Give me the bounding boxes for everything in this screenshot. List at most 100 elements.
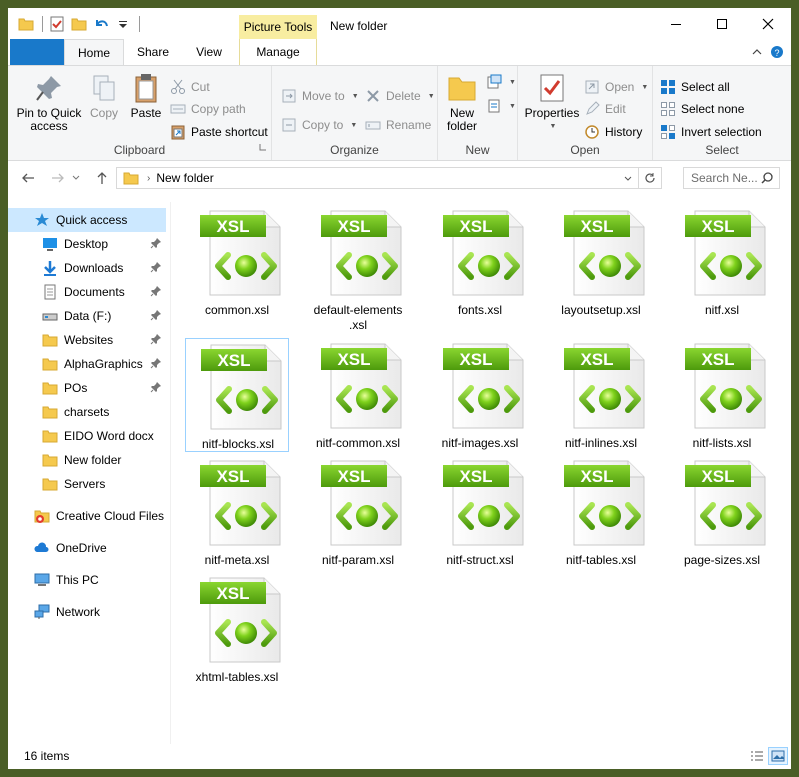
- properties-qat-icon[interactable]: [49, 16, 65, 32]
- tab-share[interactable]: Share: [128, 39, 178, 65]
- file-name: nitf-inlines.xsl: [564, 436, 638, 450]
- nav-creative-cloud-files[interactable]: Creative Cloud Files: [8, 504, 166, 528]
- file-item[interactable]: XSL nitf-meta.xsl: [185, 455, 289, 569]
- file-item[interactable]: XSL layoutsetup.xsl: [549, 205, 653, 319]
- select-none-button[interactable]: Select none: [660, 99, 744, 119]
- invert-selection-button[interactable]: Invert selection: [660, 122, 762, 142]
- nav-downloads[interactable]: Downloads: [8, 256, 166, 280]
- recent-locations-button[interactable]: [70, 169, 82, 187]
- close-button[interactable]: [745, 8, 791, 39]
- xsl-badge-text: XSL: [217, 351, 250, 370]
- history-button[interactable]: History: [584, 122, 642, 142]
- open-button[interactable]: Open ▼: [584, 77, 648, 97]
- file-item[interactable]: XSL nitf-lists.xsl: [670, 338, 774, 452]
- dialog-launcher-icon[interactable]: [259, 140, 267, 154]
- customize-qat-icon[interactable]: [115, 16, 131, 32]
- rename-button[interactable]: Rename: [365, 115, 431, 135]
- tab-home[interactable]: Home: [64, 39, 124, 65]
- maximize-button[interactable]: [699, 8, 745, 39]
- file-item[interactable]: XSL nitf-tables.xsl: [549, 455, 653, 569]
- move-to-button[interactable]: Move to ▼: [281, 86, 359, 106]
- collapse-ribbon-icon[interactable]: [751, 45, 763, 59]
- back-button[interactable]: [18, 169, 38, 187]
- copy-button[interactable]: Copy: [84, 72, 124, 120]
- nav-network[interactable]: Network: [8, 600, 166, 624]
- undo-icon[interactable]: [93, 16, 109, 32]
- xsl-badge-text: XSL: [216, 217, 249, 236]
- cloud-icon: [34, 540, 50, 556]
- file-item[interactable]: XSL nitf-images.xsl: [428, 338, 532, 452]
- paste-button[interactable]: Paste: [126, 72, 166, 120]
- nav-quick-access[interactable]: Quick access: [8, 208, 166, 232]
- nav-this-pc[interactable]: This PC: [8, 568, 166, 592]
- nav-alphagraphics[interactable]: AlphaGraphics: [8, 352, 166, 376]
- minimize-button[interactable]: [653, 8, 699, 39]
- new-folder-button[interactable]: New folder: [444, 72, 480, 133]
- nav-websites[interactable]: Websites: [8, 328, 166, 352]
- file-item[interactable]: XSL default-elements .xsl: [306, 205, 410, 332]
- file-item[interactable]: XSL page-sizes.xsl: [670, 455, 774, 569]
- nav-eido-word-docx[interactable]: EIDO Word docx: [8, 424, 166, 448]
- folder-icon: [42, 428, 58, 444]
- pin-to-quick-access-button[interactable]: Pin to Quick access: [14, 72, 84, 133]
- file-name: layoutsetup.xsl: [561, 303, 641, 317]
- paste-shortcut-button[interactable]: Paste shortcut: [170, 122, 268, 142]
- tab-manage[interactable]: Manage: [239, 39, 317, 65]
- nav-data-drive[interactable]: Data (F:): [8, 304, 166, 328]
- new-folder-qat-icon[interactable]: [71, 16, 87, 32]
- back-arrow-icon: [22, 173, 34, 183]
- xsl-file-icon: XSL: [321, 343, 402, 429]
- item-count: 16 items: [24, 749, 70, 763]
- large-icons-view-button[interactable]: [768, 747, 788, 765]
- file-item[interactable]: XSL nitf-param.xsl: [306, 455, 410, 569]
- file-name: page-sizes.xsl: [683, 553, 761, 567]
- address-dropdown-icon[interactable]: [623, 171, 633, 185]
- details-view-button[interactable]: [747, 747, 767, 765]
- file-item[interactable]: XSL common.xsl: [185, 205, 289, 319]
- copy-icon: [88, 72, 120, 104]
- breadcrumb-current[interactable]: New folder: [156, 171, 213, 185]
- file-item[interactable]: XSL nitf.xsl: [670, 205, 774, 319]
- nav-new-folder[interactable]: New folder: [8, 448, 166, 472]
- breadcrumb-chevron-icon[interactable]: ›: [147, 173, 150, 184]
- nav-pos[interactable]: POs: [8, 376, 166, 400]
- properties-button[interactable]: Properties ▼: [524, 72, 580, 133]
- address-bar[interactable]: › New folder: [116, 167, 662, 189]
- new-group: New folder ▼ ▼ New: [438, 66, 518, 160]
- edit-button[interactable]: Edit: [584, 99, 626, 119]
- picture-tools-context-label: Picture Tools: [239, 15, 317, 39]
- file-item[interactable]: XSL nitf-inlines.xsl: [549, 338, 653, 452]
- file-item[interactable]: XSL nitf-blocks.xsl: [185, 338, 289, 452]
- xsl-badge-text: XSL: [216, 584, 249, 603]
- help-icon[interactable]: ?: [770, 45, 784, 59]
- copy-path-button[interactable]: Copy path: [170, 99, 246, 119]
- cut-button[interactable]: Cut: [170, 77, 210, 97]
- easy-access-button[interactable]: ▼: [486, 96, 516, 116]
- nav-charsets[interactable]: charsets: [8, 400, 166, 424]
- file-item[interactable]: XSL fonts.xsl: [428, 205, 532, 319]
- xsl-file-icon: XSL: [685, 210, 766, 296]
- qat-separator: [139, 16, 140, 32]
- file-item[interactable]: XSL nitf-struct.xsl: [428, 455, 532, 569]
- xsl-file-icon: XSL: [685, 343, 766, 429]
- nav-desktop[interactable]: Desktop: [8, 232, 166, 256]
- copy-to-button[interactable]: Copy to ▼: [281, 115, 357, 135]
- pin-icon: [150, 309, 162, 321]
- nav-documents[interactable]: Documents: [8, 280, 166, 304]
- select-all-button[interactable]: Select all: [660, 77, 730, 97]
- search-box[interactable]: Search Ne...: [683, 167, 780, 189]
- file-item[interactable]: XSL xhtml-tables.xsl: [185, 572, 289, 686]
- new-item-button[interactable]: ▼: [486, 72, 516, 92]
- nav-servers[interactable]: Servers: [8, 472, 166, 496]
- delete-button[interactable]: Delete ▼: [365, 86, 435, 106]
- forward-button[interactable]: [48, 169, 68, 187]
- file-item[interactable]: XSL nitf-common.xsl: [306, 338, 410, 452]
- nav-onedrive[interactable]: OneDrive: [8, 536, 166, 560]
- refresh-button[interactable]: [638, 168, 661, 188]
- refresh-icon: [645, 173, 655, 183]
- scissors-icon: [170, 79, 186, 95]
- network-icon: [34, 604, 50, 620]
- xsl-file-icon: XSL: [564, 343, 645, 429]
- up-button[interactable]: [92, 169, 112, 187]
- tab-view[interactable]: View: [183, 39, 235, 65]
